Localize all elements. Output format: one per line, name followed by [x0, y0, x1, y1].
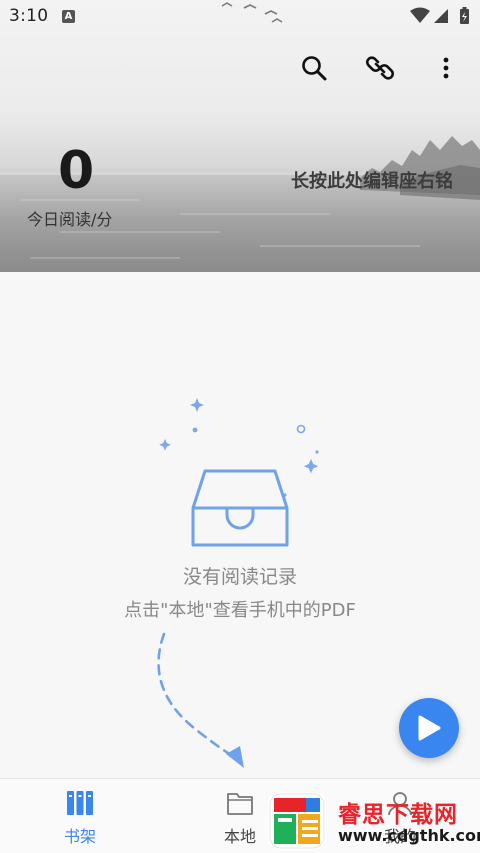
- site-watermark: 睿思下载网 www.cdgthk.com: [266, 790, 480, 853]
- folder-icon: [227, 793, 253, 815]
- status-icons: [410, 7, 469, 24]
- empty-state-hint: 点击"本地"查看手机中的PDF: [124, 600, 356, 621]
- watermark-title: 睿思下载网: [338, 802, 458, 828]
- empty-inbox-icon: [159, 398, 319, 547]
- empty-state-title: 没有阅读记录: [182, 566, 297, 588]
- watermark-logo-icon: [268, 792, 326, 850]
- nav-tab-bookshelf[interactable]: 书架: [30, 779, 130, 853]
- motto-text[interactable]: 长按此处编辑座右铭: [291, 167, 453, 193]
- more-options-button[interactable]: [428, 50, 464, 86]
- status-bar: 3:10 A: [0, 0, 480, 34]
- sparkle-icon: [190, 398, 204, 412]
- status-time: 3:10: [9, 6, 49, 26]
- today-reading-label: 今日阅读/分: [27, 210, 113, 229]
- search-button[interactable]: [296, 50, 332, 86]
- today-reading-minutes: 0: [58, 141, 95, 201]
- nav-label-bookshelf: 书架: [63, 827, 96, 846]
- more-vert-icon: [443, 57, 449, 79]
- play-fab-button[interactable]: [399, 698, 459, 758]
- lake-background-image: [0, 2, 480, 272]
- link-icon: [366, 56, 394, 80]
- play-icon: [418, 715, 441, 741]
- bookshelf-icon: [67, 791, 93, 815]
- search-icon: [302, 56, 327, 81]
- header-banner: 3:10 A 0 今日阅读/分 长按此处编辑座右铭: [0, 0, 480, 272]
- watermark-url: www.cdgthk.com: [338, 826, 480, 845]
- link-button[interactable]: [362, 50, 398, 86]
- signal-icon: [434, 9, 448, 23]
- dashed-arrow-icon: [157, 632, 244, 768]
- wifi-icon: [410, 7, 430, 23]
- notification-icon: A: [62, 10, 75, 23]
